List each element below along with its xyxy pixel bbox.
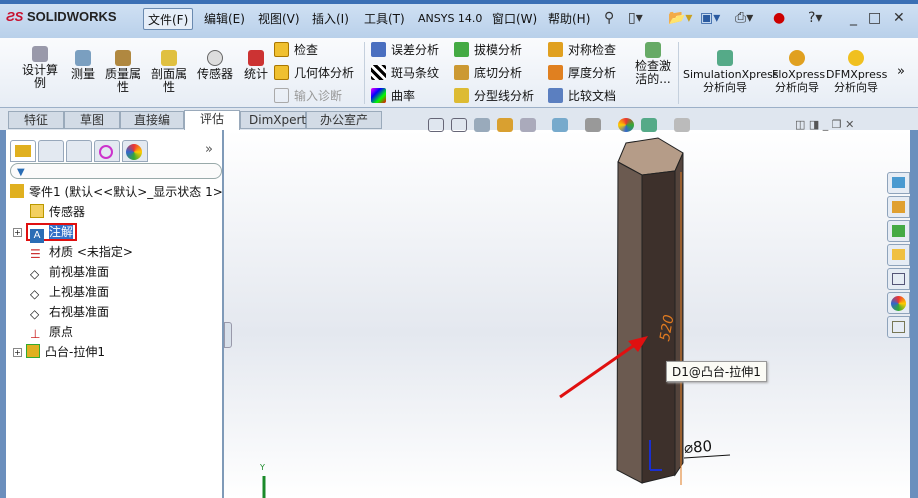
prism-right-face — [674, 152, 684, 477]
solidworks-resources-icon[interactable] — [887, 172, 910, 194]
appearances-icon[interactable] — [887, 292, 910, 314]
design-library-icon[interactable] — [887, 220, 910, 242]
axis-y-label: Y — [260, 463, 265, 472]
view-palette-icon[interactable] — [887, 268, 910, 290]
custom-properties-icon[interactable] — [887, 316, 910, 338]
file-explorer-icon[interactable] — [887, 244, 910, 266]
home-icon[interactable] — [887, 196, 910, 218]
prism-left-face — [616, 161, 643, 484]
model-graphics — [262, 137, 731, 498]
dimension-diameter-label[interactable]: ⌀80 — [683, 437, 712, 457]
dimension-tooltip: D1@凸台-拉伸1 — [666, 361, 767, 382]
task-pane-border — [910, 130, 918, 498]
